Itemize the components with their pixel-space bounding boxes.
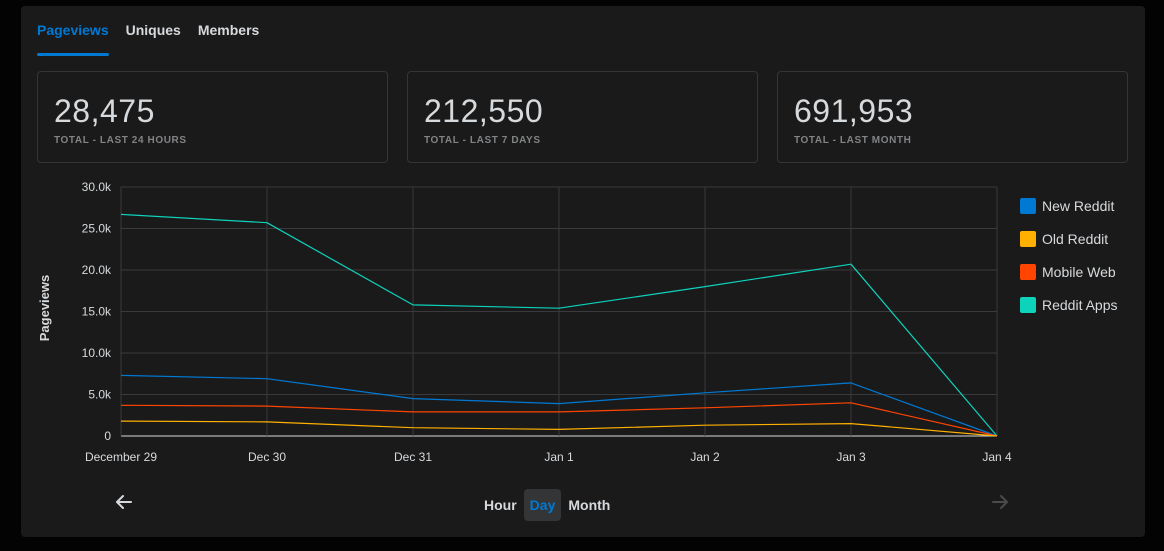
x-tick-label: Dec 31 (394, 450, 432, 464)
y-tick-label: 15.0k (82, 305, 112, 319)
x-tick-label: Jan 4 (982, 450, 1012, 464)
granularity-month-button[interactable]: Month (562, 489, 616, 521)
granularity-hour-button[interactable]: Hour (478, 489, 523, 521)
legend-label-reddit-apps: Reddit Apps (1042, 296, 1118, 313)
legend-item-reddit-apps[interactable]: Reddit Apps (1020, 288, 1118, 321)
legend-swatch-old-reddit (1020, 230, 1036, 247)
x-tick-label: Jan 2 (690, 450, 720, 464)
legend-swatch-mobile-web (1020, 263, 1036, 280)
legend-item-old-reddit[interactable]: Old Reddit (1020, 222, 1118, 255)
y-tick-label: 10.0k (82, 346, 112, 360)
legend-swatch-new-reddit (1020, 197, 1036, 214)
granularity-selector: Hour Day Month (478, 489, 617, 521)
x-tick-label: Dec 30 (248, 450, 286, 464)
x-tick-label: Jan 3 (836, 450, 866, 464)
legend-item-mobile-web[interactable]: Mobile Web (1020, 255, 1118, 288)
y-tick-label: 25.0k (82, 222, 112, 236)
legend-item-new-reddit[interactable]: New Reddit (1020, 189, 1118, 222)
pageviews-line-chart: 0 5.0k 10.0k 15.0k 20.0k 25.0k 30.0k December 2… (37, 180, 1012, 464)
arrow-right-icon (992, 495, 1008, 509)
x-tick-label: December 29 (85, 450, 157, 464)
y-axis-label: Pageviews (37, 275, 52, 342)
legend-label-old-reddit: Old Reddit (1042, 230, 1109, 247)
chart-legend: New Reddit Old Reddit Mobile Web Reddit … (1020, 189, 1118, 321)
arrow-left-icon (116, 495, 132, 509)
y-tick-label: 5.0k (88, 388, 112, 402)
y-tick-label: 0 (104, 429, 111, 443)
y-tick-label: 30.0k (82, 180, 112, 194)
legend-swatch-reddit-apps (1020, 296, 1036, 313)
y-tick-label: 20.0k (82, 263, 112, 277)
next-period-button[interactable] (986, 488, 1014, 516)
legend-label-mobile-web: Mobile Web (1042, 263, 1116, 280)
legend-label-new-reddit: New Reddit (1042, 197, 1115, 214)
x-tick-label: Jan 1 (544, 450, 574, 464)
traffic-panel: Pageviews Uniques Members 28,475 TOTAL -… (21, 6, 1145, 537)
granularity-day-button[interactable]: Day (523, 489, 562, 521)
prev-period-button[interactable] (110, 488, 138, 516)
